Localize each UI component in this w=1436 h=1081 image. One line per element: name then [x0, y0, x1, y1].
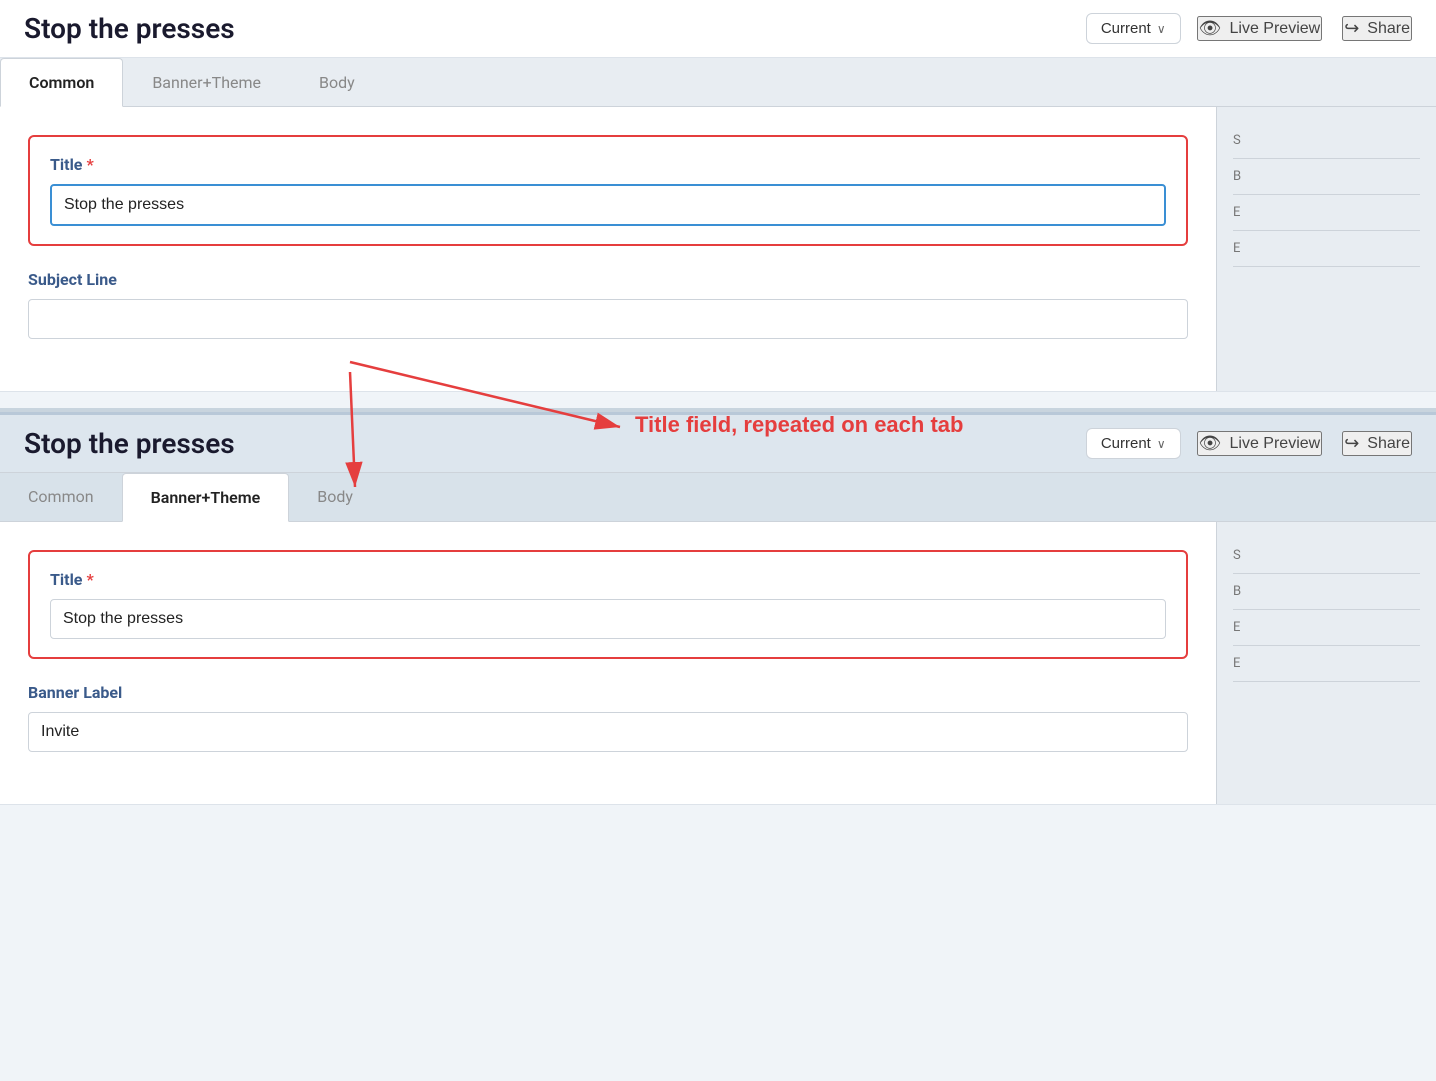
- required-star-2: *: [86, 570, 93, 589]
- share-icon-1: ↪: [1344, 18, 1359, 39]
- side-label-1a: S: [1233, 123, 1420, 159]
- required-star-1: *: [86, 155, 93, 174]
- subject-line-label-1: Subject Line: [28, 270, 1188, 289]
- panel-1-title: Stop the presses: [24, 12, 1070, 45]
- tab-common-2[interactable]: Common: [0, 473, 122, 521]
- header-actions-1: 👁 Live Preview ↪ Share: [1197, 16, 1412, 41]
- panel-1-side: S B E E: [1216, 107, 1436, 391]
- title-input-2[interactable]: [50, 599, 1166, 639]
- tab-common-1[interactable]: Common: [0, 58, 123, 107]
- side-label-1c: E: [1233, 195, 1420, 231]
- version-dropdown-1[interactable]: Current ∨: [1086, 13, 1181, 44]
- chevron-down-icon-1: ∨: [1157, 22, 1166, 36]
- side-label-1b: B: [1233, 159, 1420, 195]
- live-preview-button-2[interactable]: 👁 Live Preview: [1197, 431, 1323, 456]
- svg-text:Title field, repeated on each: Title field, repeated on each tab: [635, 412, 963, 437]
- tab-banner-theme-2[interactable]: Banner+Theme: [122, 473, 290, 522]
- title-label-1: Title *: [50, 155, 1166, 174]
- panel-1-header: Stop the presses Current ∨ 👁 Live Previe…: [0, 0, 1436, 58]
- version-label-1: Current: [1101, 20, 1151, 37]
- live-preview-label-2: Live Preview: [1230, 435, 1321, 453]
- share-button-1[interactable]: ↪ Share: [1342, 16, 1412, 41]
- title-label-2: Title *: [50, 570, 1166, 589]
- side-label-2c: E: [1233, 610, 1420, 646]
- side-label-2b: B: [1233, 574, 1420, 610]
- tab-banner-theme-1[interactable]: Banner+Theme: [123, 58, 290, 106]
- panel-2-side: S B E E: [1216, 522, 1436, 804]
- eye-icon-2: 👁: [1199, 433, 1222, 454]
- tab-body-1[interactable]: Body: [290, 58, 384, 106]
- side-label-2d: E: [1233, 646, 1420, 682]
- title-field-section-2: Title *: [28, 550, 1188, 659]
- share-icon-2: ↪: [1344, 433, 1359, 454]
- banner-label-label: Banner Label: [28, 683, 1188, 702]
- title-field-section-1: Title *: [28, 135, 1188, 246]
- live-preview-button-1[interactable]: 👁 Live Preview: [1197, 16, 1323, 41]
- title-input-1[interactable]: [50, 184, 1166, 226]
- side-label-2a: S: [1233, 538, 1420, 574]
- annotation-arrow: Title field, repeated on each tab: [300, 312, 1000, 512]
- version-dropdown-2[interactable]: Current ∨: [1086, 428, 1181, 459]
- version-label-2: Current: [1101, 435, 1151, 452]
- banner-label-section: Banner Label: [28, 683, 1188, 752]
- tabs-bar-1: Common Banner+Theme Body: [0, 58, 1436, 107]
- panel-2-body: Title * Banner Label S B E E: [0, 522, 1436, 804]
- share-label-1: Share: [1367, 20, 1410, 38]
- eye-icon-1: 👁: [1199, 18, 1222, 39]
- banner-label-input[interactable]: [28, 712, 1188, 752]
- chevron-down-icon-2: ∨: [1157, 437, 1166, 451]
- share-label-2: Share: [1367, 435, 1410, 453]
- panel-2-main: Title * Banner Label: [0, 522, 1216, 804]
- header-actions-2: 👁 Live Preview ↪ Share: [1197, 431, 1412, 456]
- live-preview-label-1: Live Preview: [1230, 20, 1321, 38]
- side-label-1d: E: [1233, 231, 1420, 267]
- share-button-2[interactable]: ↪ Share: [1342, 431, 1412, 456]
